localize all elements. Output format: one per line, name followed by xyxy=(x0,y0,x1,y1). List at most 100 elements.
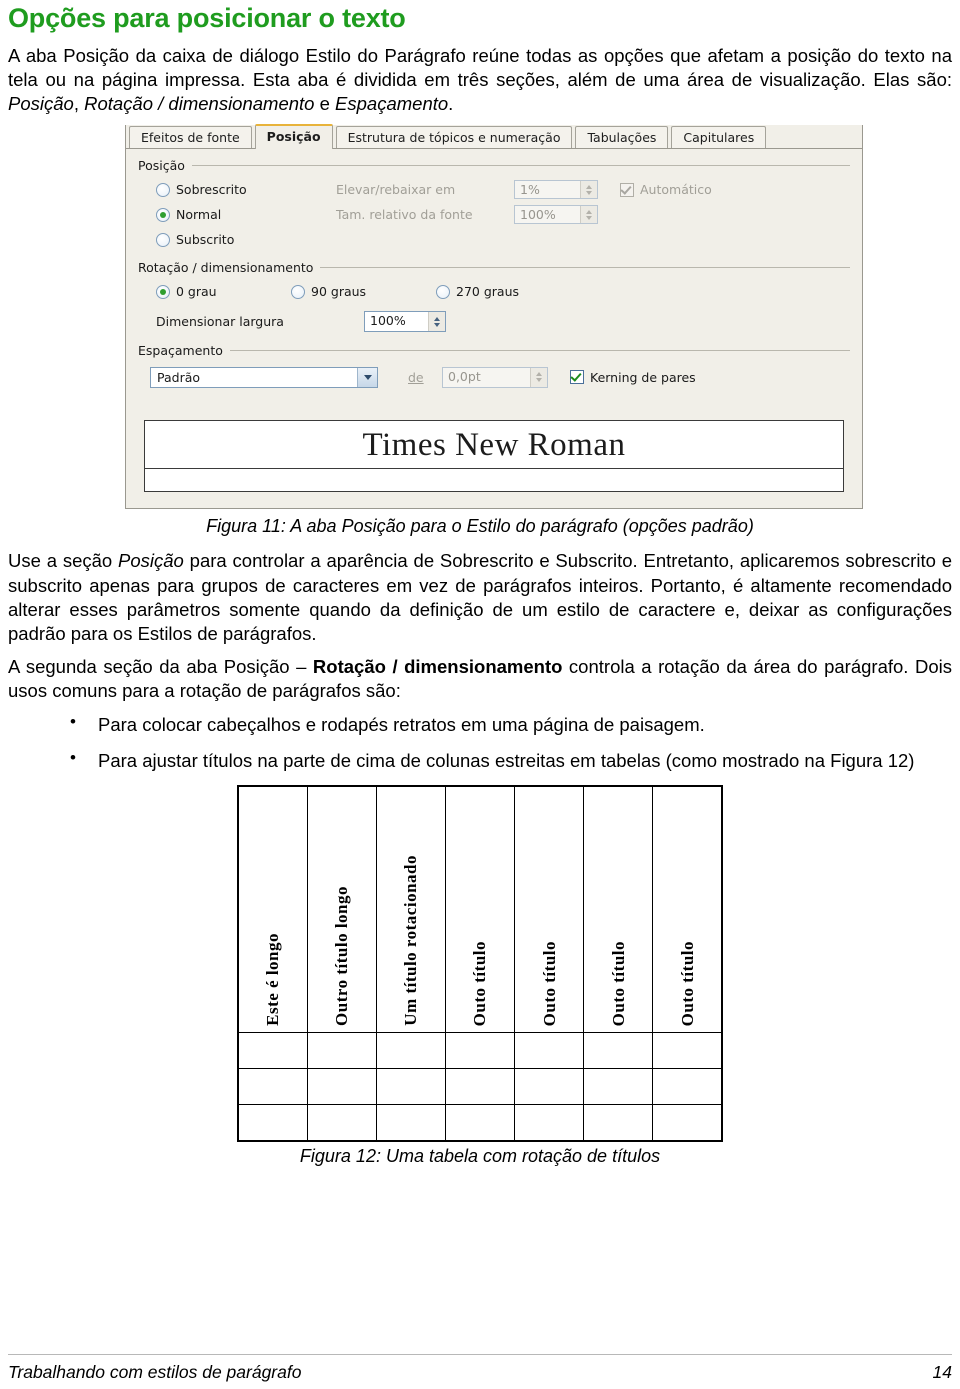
rotated-header-table: Este é longo Outro título longo Um títul… xyxy=(237,784,723,1142)
table-cell xyxy=(583,1031,654,1069)
radio-normal-label: Normal xyxy=(176,207,222,223)
table-row xyxy=(237,1031,723,1069)
p3-bold-rotacao: Rotação / dimensionamento xyxy=(312,655,563,677)
radio-subscript-label: Subscrito xyxy=(176,232,235,248)
table-header-label: Outo título xyxy=(470,940,490,1026)
preview-baseline xyxy=(145,468,843,470)
position-group: Posição Sobrescrito Elevar/rebaixar em 1… xyxy=(138,158,850,252)
automatico-label: Automático xyxy=(640,182,712,198)
footer-divider xyxy=(8,1354,952,1355)
intro-end: . xyxy=(448,93,454,115)
raise-lower-spinner[interactable]: 1% xyxy=(514,180,598,200)
body-paragraph-3: A segunda seção da aba Posição – Rotação… xyxy=(8,655,952,703)
paragraph-style-dialog: Efeitos de fonte Posição Estrutura de tó… xyxy=(125,124,863,510)
kerning-label: Kerning de pares xyxy=(590,369,696,385)
spinner-arrows-icon[interactable] xyxy=(530,367,547,387)
radio-superscript[interactable]: Sobrescrito xyxy=(156,182,336,197)
p2-part1: Use a seção xyxy=(8,550,119,572)
table-cell xyxy=(444,1031,516,1069)
table-row xyxy=(237,1067,723,1105)
table-cell xyxy=(237,1067,308,1105)
spacing-group-label: Espaçamento xyxy=(138,343,223,359)
table-header-cell: Outro título longo xyxy=(306,785,377,1033)
bullet-list: Para colocar cabeçalhos e rodapés retrat… xyxy=(8,711,952,773)
figure-12-caption: Figura 12: Uma tabela com rotação de tít… xyxy=(299,1145,661,1166)
spacing-group: Espaçamento Padrão de 0,0pt Kerning de p… xyxy=(138,343,850,392)
document-page: Opções para posicionar o texto A aba Pos… xyxy=(0,4,960,1389)
table-cell xyxy=(514,1103,585,1142)
table-header-label: Outo título xyxy=(539,940,559,1026)
table-header-cell: Outo título xyxy=(583,785,654,1033)
tab-posicao[interactable]: Posição xyxy=(254,124,333,150)
table-header-label: Um título rotacionado xyxy=(401,855,421,1026)
table-cell xyxy=(652,1031,723,1069)
table-cell xyxy=(306,1067,377,1105)
tab-estrutura-de-topicos[interactable]: Estrutura de tópicos e numeração xyxy=(335,126,573,149)
checkbox-kerning-de-pares[interactable]: Kerning de pares xyxy=(570,370,696,385)
table-header-cell: Outo título xyxy=(444,785,516,1033)
rotation-radio-row: 0 grau 90 graus 270 graus xyxy=(138,279,850,304)
table-cell xyxy=(652,1067,723,1105)
rotation-group-label: Rotação / dimensionamento xyxy=(138,260,314,276)
table-cell xyxy=(444,1067,516,1105)
radio-270-graus[interactable]: 270 graus xyxy=(436,284,519,299)
spacing-by-spinner[interactable]: 0,0pt xyxy=(442,366,548,388)
page-title: Opções para posicionar o texto xyxy=(8,3,406,33)
dialog-tabstrip: Efeitos de fonte Posição Estrutura de tó… xyxy=(126,124,862,150)
intro-italic-posicao: Posição xyxy=(8,93,74,115)
figure-11-caption: Figura 11: A aba Posição para o Estilo d… xyxy=(206,516,754,537)
radio-90-graus[interactable]: 90 graus xyxy=(291,284,436,299)
position-row-subscript: Subscrito xyxy=(138,227,850,252)
position-row-normal: Normal Tam. relativo da fonte 100% xyxy=(138,202,850,227)
tab-tabulacoes[interactable]: Tabulações xyxy=(575,126,669,149)
radio-0-graus[interactable]: 0 grau xyxy=(156,284,291,299)
intro-text-part1: A aba Posição da caixa de diálogo Estilo… xyxy=(8,45,952,91)
list-item: Para colocar cabeçalhos e rodapés retrat… xyxy=(70,711,952,737)
spinner-arrows-icon[interactable] xyxy=(580,206,597,224)
radio-270-graus-label: 270 graus xyxy=(456,284,520,300)
group-divider-line xyxy=(229,350,850,352)
page-footer: Trabalhando com estilos de parágrafo 14 xyxy=(8,1354,952,1383)
group-divider-line xyxy=(191,165,850,167)
radio-circle-selected-icon xyxy=(156,284,170,299)
scale-width-label: Dimensionar largura xyxy=(156,314,284,330)
position-group-header: Posição xyxy=(138,158,850,173)
tab-capitulares[interactable]: Capitulares xyxy=(671,126,767,149)
spacing-by-value: 0,0pt xyxy=(448,368,481,384)
table-cell xyxy=(306,1103,377,1142)
table-cell xyxy=(444,1103,516,1142)
font-preview-pane: Times New Roman xyxy=(144,420,844,493)
group-divider-line xyxy=(320,267,850,269)
raise-lower-value: 1% xyxy=(520,182,540,198)
footer-page-number: 14 xyxy=(932,1362,952,1382)
checkbox-automatico[interactable]: Automático xyxy=(620,182,712,197)
radio-subscript[interactable]: Subscrito xyxy=(156,232,336,247)
scale-width-row: Dimensionar largura 100% xyxy=(138,308,850,335)
position-group-label: Posição xyxy=(138,158,185,174)
spacing-group-header: Espaçamento xyxy=(138,343,850,358)
scale-width-value: 100% xyxy=(370,313,406,329)
table-cell xyxy=(237,1103,308,1142)
table-header-label: Este é longo xyxy=(263,932,283,1026)
raise-lower-label: Elevar/rebaixar em xyxy=(336,182,456,198)
body-paragraph-2: Use a seção Posição para controlar a apa… xyxy=(8,549,952,645)
table-header-row: Este é longo Outro título longo Um títul… xyxy=(237,785,723,1033)
intro-sep2: e xyxy=(314,93,336,115)
table-header-cell: Um título rotacionado xyxy=(375,785,446,1033)
table-header-label: Outro título longo xyxy=(332,885,352,1026)
spinner-arrows-icon[interactable] xyxy=(580,181,597,199)
figure-12: Este é longo Outro título longo Um títul… xyxy=(8,784,952,1167)
spacing-combobox[interactable]: Padrão xyxy=(150,366,378,388)
radio-normal[interactable]: Normal xyxy=(156,207,336,222)
radio-90-graus-label: 90 graus xyxy=(311,284,367,300)
radio-circle-icon xyxy=(436,284,450,299)
intro-sep1: , xyxy=(73,93,85,115)
spinner-arrows-icon[interactable] xyxy=(428,312,445,332)
checkbox-icon xyxy=(570,370,584,385)
scale-width-spinner[interactable]: 100% xyxy=(364,311,446,333)
relative-font-size-spinner[interactable]: 100% xyxy=(514,205,598,225)
chevron-down-icon[interactable] xyxy=(357,367,377,387)
radio-circle-selected-icon xyxy=(156,207,170,222)
tab-efeitos-de-fonte[interactable]: Efeitos de fonte xyxy=(129,126,252,149)
table-cell xyxy=(652,1103,723,1142)
